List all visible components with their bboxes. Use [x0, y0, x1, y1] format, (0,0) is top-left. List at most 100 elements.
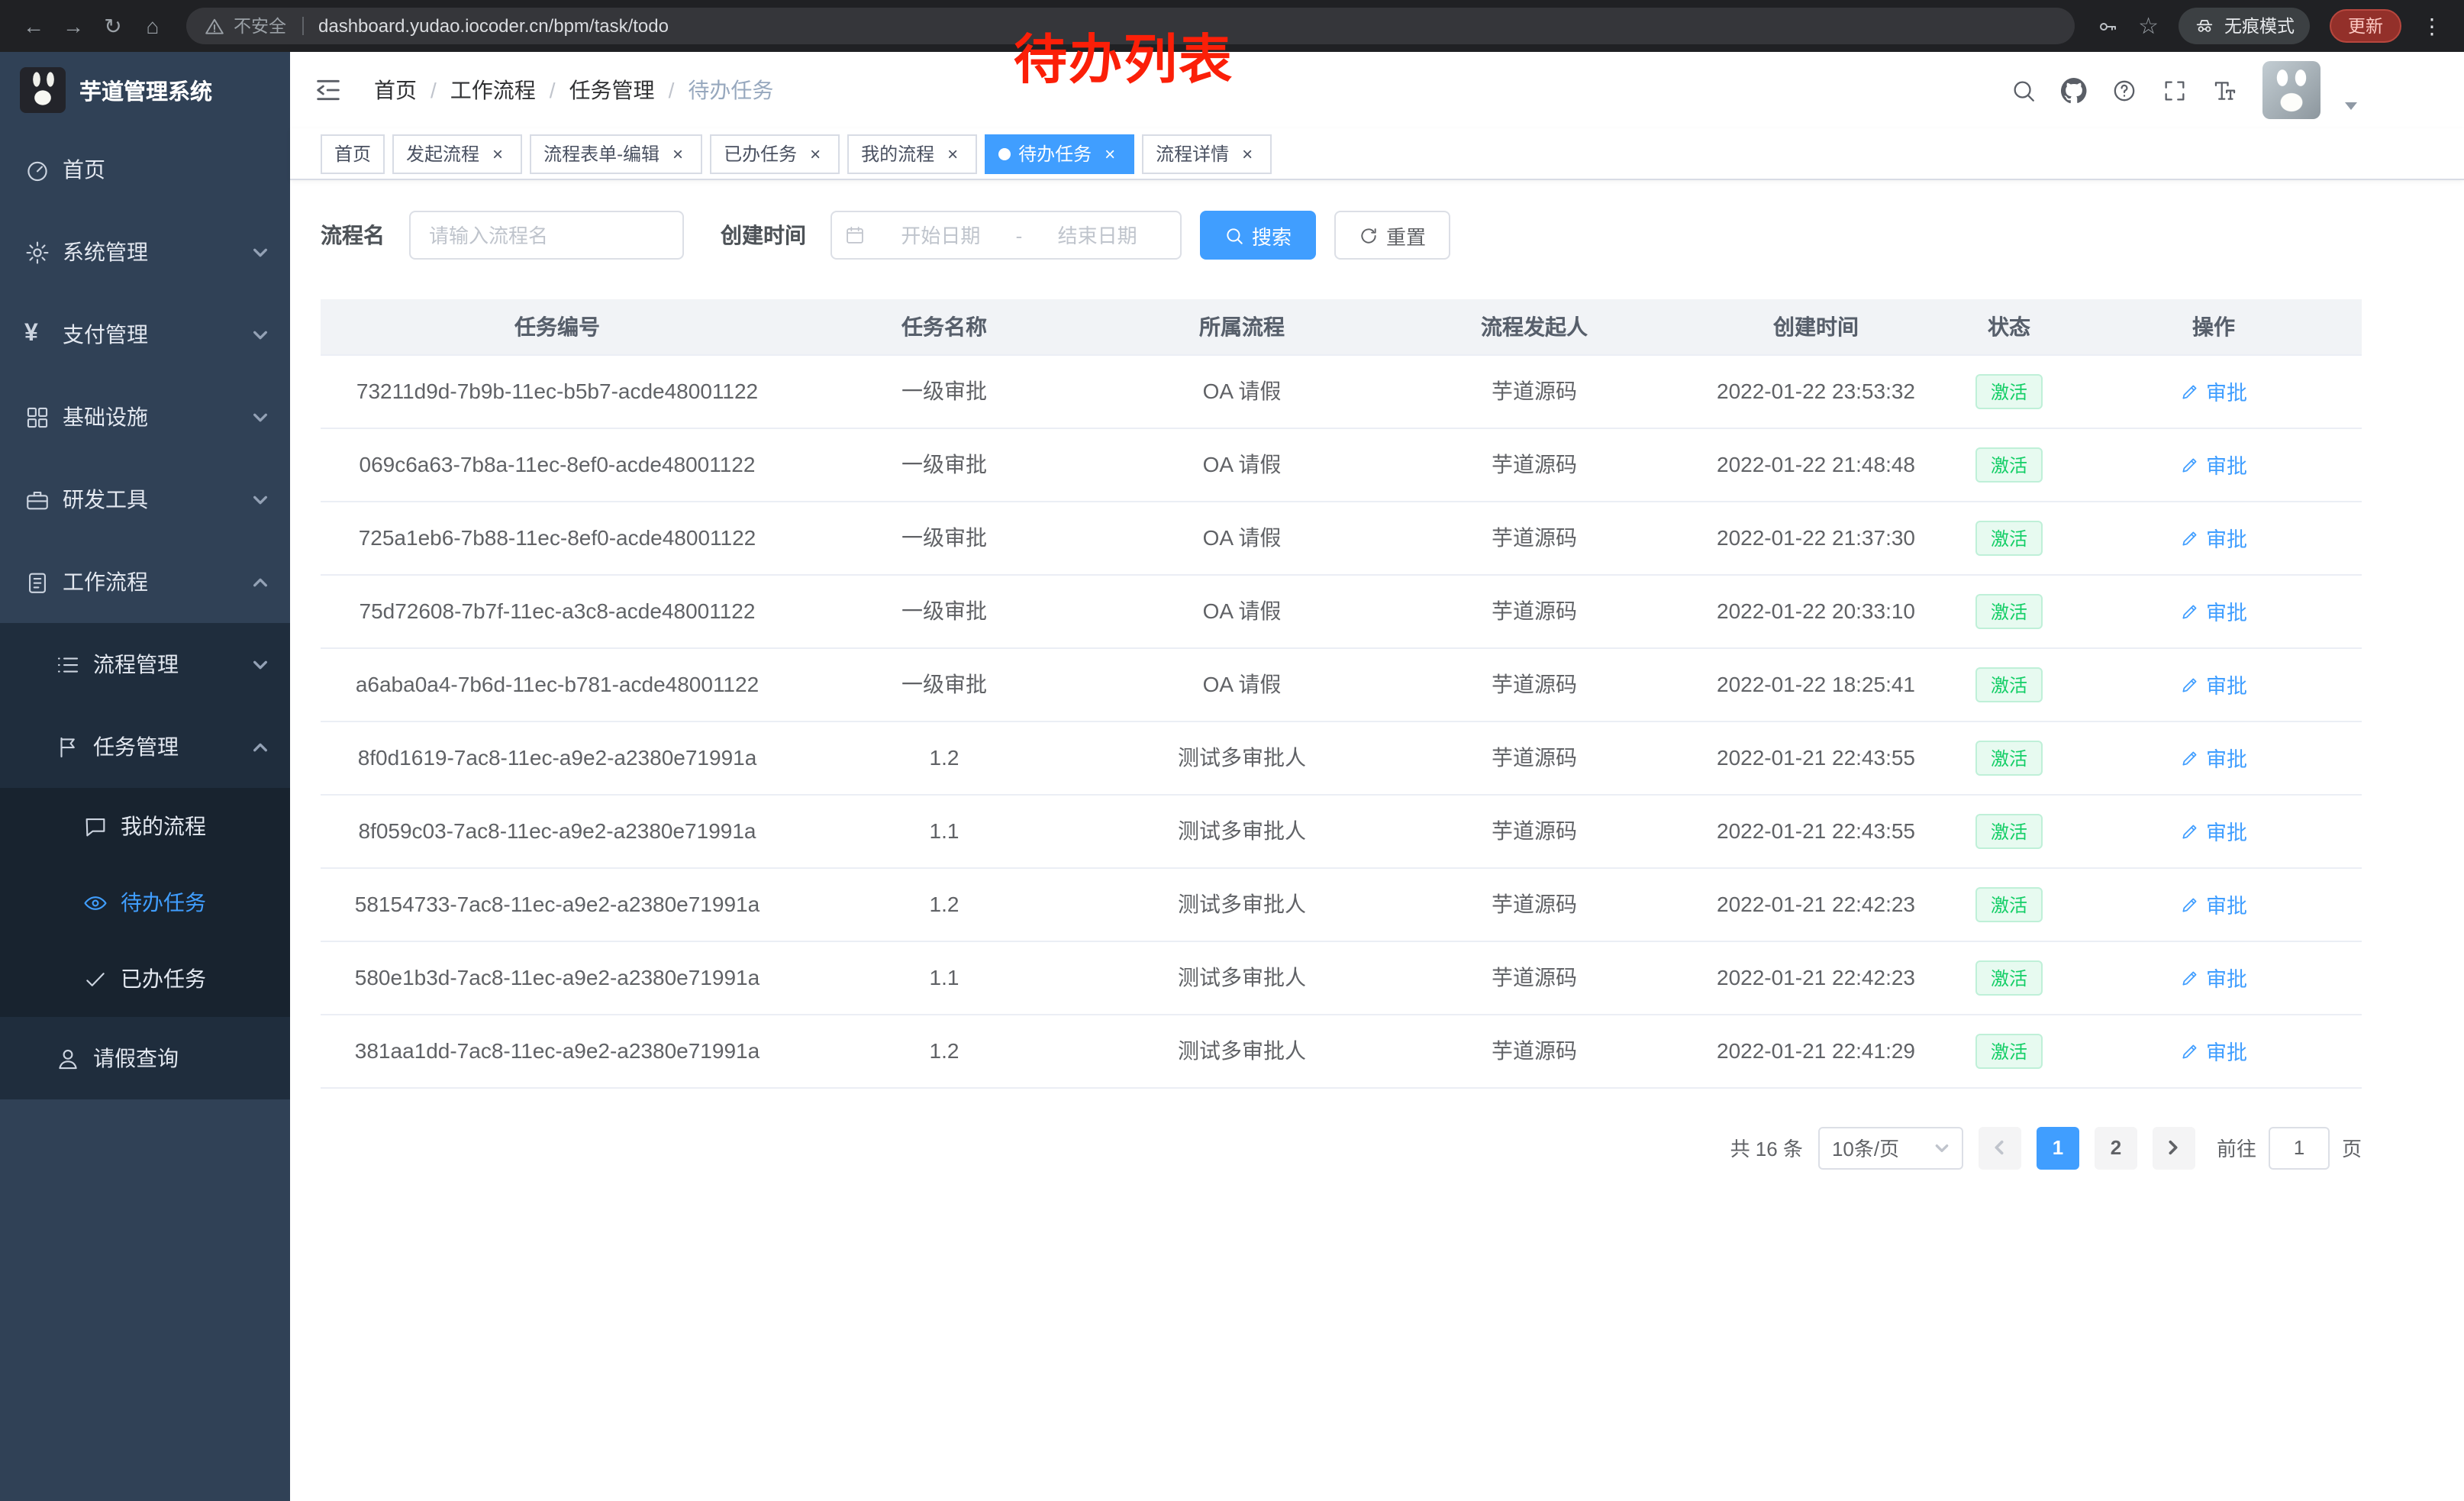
chevron-down-icon — [252, 244, 269, 260]
address-bar[interactable]: 不安全 dashboard.yudao.iocoder.cn/bpm/task/… — [186, 8, 2074, 44]
sidebar-item-home[interactable]: 首页 — [0, 128, 290, 211]
tab-my-process[interactable]: 我的流程× — [847, 134, 977, 173]
page-number-1[interactable]: 1 — [2037, 1126, 2079, 1169]
table-row: 8f059c03-7ac8-11ec-a9e2-a2380e71991a 1.1… — [321, 794, 2362, 867]
date-range-picker[interactable]: - — [830, 211, 1182, 260]
cell-create-time: 2022-01-21 22:42:23 — [1679, 867, 1953, 941]
sidebar-item-system-mgmt[interactable]: 系统管理 — [0, 211, 290, 293]
breadcrumb-workflow[interactable]: 工作流程 — [450, 75, 536, 105]
close-icon[interactable]: × — [805, 143, 826, 164]
cell-task-id: 580e1b3d-7ac8-11ec-a9e2-a2380e71991a — [321, 941, 794, 1014]
bookmark-star-icon[interactable]: ☆ — [2138, 12, 2159, 40]
sidebar-item-todo-tasks[interactable]: 待办任务 — [0, 864, 290, 941]
search-button[interactable]: 搜索 — [1200, 211, 1316, 260]
approve-link[interactable]: 审批 — [2180, 522, 2247, 553]
chevron-down-icon — [1934, 1140, 1950, 1155]
cell-task-id: 381aa1dd-7ac8-11ec-a9e2-a2380e71991a — [321, 1014, 794, 1087]
end-date-input[interactable] — [1027, 224, 1168, 247]
cell-create-time: 2022-01-21 22:41:29 — [1679, 1014, 1953, 1087]
browser-menu-icon[interactable]: ⋮ — [2421, 13, 2443, 39]
pencil-icon — [2180, 821, 2200, 841]
sidebar-item-payment-mgmt[interactable]: ¥ 支付管理 — [0, 293, 290, 376]
approve-link[interactable]: 审批 — [2180, 815, 2247, 846]
prev-page-button[interactable] — [1979, 1126, 2021, 1169]
fullscreen-icon[interactable] — [2162, 77, 2188, 103]
clipboard-icon — [24, 569, 63, 595]
list-icon — [55, 651, 93, 677]
tab-todo-tasks[interactable]: 待办任务× — [985, 134, 1134, 173]
sidebar-item-workflow[interactable]: 工作流程 — [0, 541, 290, 623]
todo-task-table: 任务编号 任务名称 所属流程 流程发起人 创建时间 状态 操作 — [321, 299, 2362, 1088]
close-icon[interactable]: × — [1237, 143, 1258, 164]
page-size-select[interactable]: 10条/页 — [1818, 1126, 1963, 1169]
close-icon[interactable]: × — [1099, 143, 1121, 164]
task-mgmt-submenu: 我的流程 待办任务 已办任务 — [0, 788, 290, 1017]
search-icon — [1224, 225, 1244, 245]
close-icon[interactable]: × — [667, 143, 689, 164]
col-task-id: 任务编号 — [321, 299, 794, 354]
reset-button[interactable]: 重置 — [1334, 211, 1450, 260]
breadcrumb-current: 待办任务 — [688, 75, 773, 105]
refresh-icon — [1359, 225, 1379, 245]
close-icon[interactable]: × — [487, 143, 508, 164]
update-button[interactable]: 更新 — [2330, 9, 2401, 43]
app-logo[interactable]: 芋道管理系统 — [0, 52, 290, 128]
close-icon[interactable]: × — [942, 143, 963, 164]
home-icon[interactable]: ⌂ — [134, 8, 171, 44]
sidebar-item-process-mgmt[interactable]: 流程管理 — [0, 623, 290, 705]
browser-window: ← → ↻ ⌂ 不安全 dashboard.yudao.iocoder.cn/b… — [0, 0, 2464, 1501]
password-key-icon[interactable] — [2095, 15, 2118, 37]
breadcrumb-home[interactable]: 首页 — [374, 75, 417, 105]
breadcrumb-task-mgmt[interactable]: 任务管理 — [569, 75, 655, 105]
approve-link[interactable]: 审批 — [2180, 962, 2247, 993]
process-name-input[interactable] — [409, 211, 684, 260]
sidebar-item-leave-query[interactable]: 请假查询 — [0, 1017, 290, 1099]
col-starter: 流程发起人 — [1389, 299, 1679, 354]
github-icon[interactable] — [2061, 77, 2087, 103]
chrome-toolbar: ☆ 无痕模式 更新 ⋮ — [2089, 8, 2449, 44]
sidebar-collapse-icon[interactable] — [313, 75, 343, 105]
sidebar-item-done-tasks[interactable]: 已办任务 — [0, 941, 290, 1017]
refresh-icon[interactable]: ↻ — [95, 8, 131, 44]
cell-starter: 芋道源码 — [1389, 867, 1679, 941]
cell-task-id: a6aba0a4-7b6d-11ec-b781-acde48001122 — [321, 647, 794, 721]
page-content: 流程名 创建时间 - 搜索 重置 — [290, 180, 2464, 1501]
sidebar-item-infrastructure[interactable]: 基础设施 — [0, 376, 290, 458]
tab-process-detail[interactable]: 流程详情× — [1142, 134, 1272, 173]
incognito-icon — [2194, 15, 2215, 37]
help-icon[interactable] — [2111, 77, 2137, 103]
forward-icon[interactable]: → — [55, 8, 92, 44]
cell-create-time: 2022-01-22 20:33:10 — [1679, 574, 1953, 647]
cell-process: OA 请假 — [1095, 647, 1389, 721]
tab-home[interactable]: 首页 — [321, 134, 385, 173]
approve-link[interactable]: 审批 — [2180, 449, 2247, 479]
flag-icon — [55, 734, 93, 760]
cell-task-name: 一级审批 — [794, 428, 1095, 501]
status-badge: 激活 — [1975, 960, 2043, 995]
approve-link[interactable]: 审批 — [2180, 669, 2247, 699]
search-icon[interactable] — [2011, 77, 2037, 103]
tab-done-tasks[interactable]: 已办任务× — [710, 134, 840, 173]
avatar-caret-icon[interactable] — [2345, 102, 2357, 109]
tab-process-form-edit[interactable]: 流程表单-编辑× — [530, 134, 702, 173]
next-page-button[interactable] — [2153, 1126, 2195, 1169]
font-size-icon[interactable] — [2212, 77, 2238, 103]
page-number-2[interactable]: 2 — [2095, 1126, 2137, 1169]
approve-link[interactable]: 审批 — [2180, 376, 2247, 406]
approve-link[interactable]: 审批 — [2180, 889, 2247, 919]
cell-task-id: 8f059c03-7ac8-11ec-a9e2-a2380e71991a — [321, 794, 794, 867]
back-icon[interactable]: ← — [15, 8, 52, 44]
sidebar-item-my-process[interactable]: 我的流程 — [0, 788, 290, 864]
start-date-input[interactable] — [870, 224, 1011, 247]
tab-start-process[interactable]: 发起流程× — [392, 134, 522, 173]
approve-link[interactable]: 审批 — [2180, 742, 2247, 773]
sidebar-item-dev-tools[interactable]: 研发工具 — [0, 458, 290, 541]
user-avatar[interactable] — [2262, 61, 2320, 119]
chat-icon — [82, 813, 121, 839]
approve-link[interactable]: 审批 — [2180, 1035, 2247, 1066]
tag-tabs-bar: 首页 发起流程× 流程表单-编辑× 已办任务× 我的流程× 待办任务× 流程详情… — [290, 128, 2464, 180]
jump-page-input[interactable] — [2269, 1126, 2330, 1169]
approve-link[interactable]: 审批 — [2180, 596, 2247, 626]
col-status: 状态 — [1953, 299, 2066, 354]
sidebar-item-task-mgmt[interactable]: 任务管理 — [0, 705, 290, 788]
